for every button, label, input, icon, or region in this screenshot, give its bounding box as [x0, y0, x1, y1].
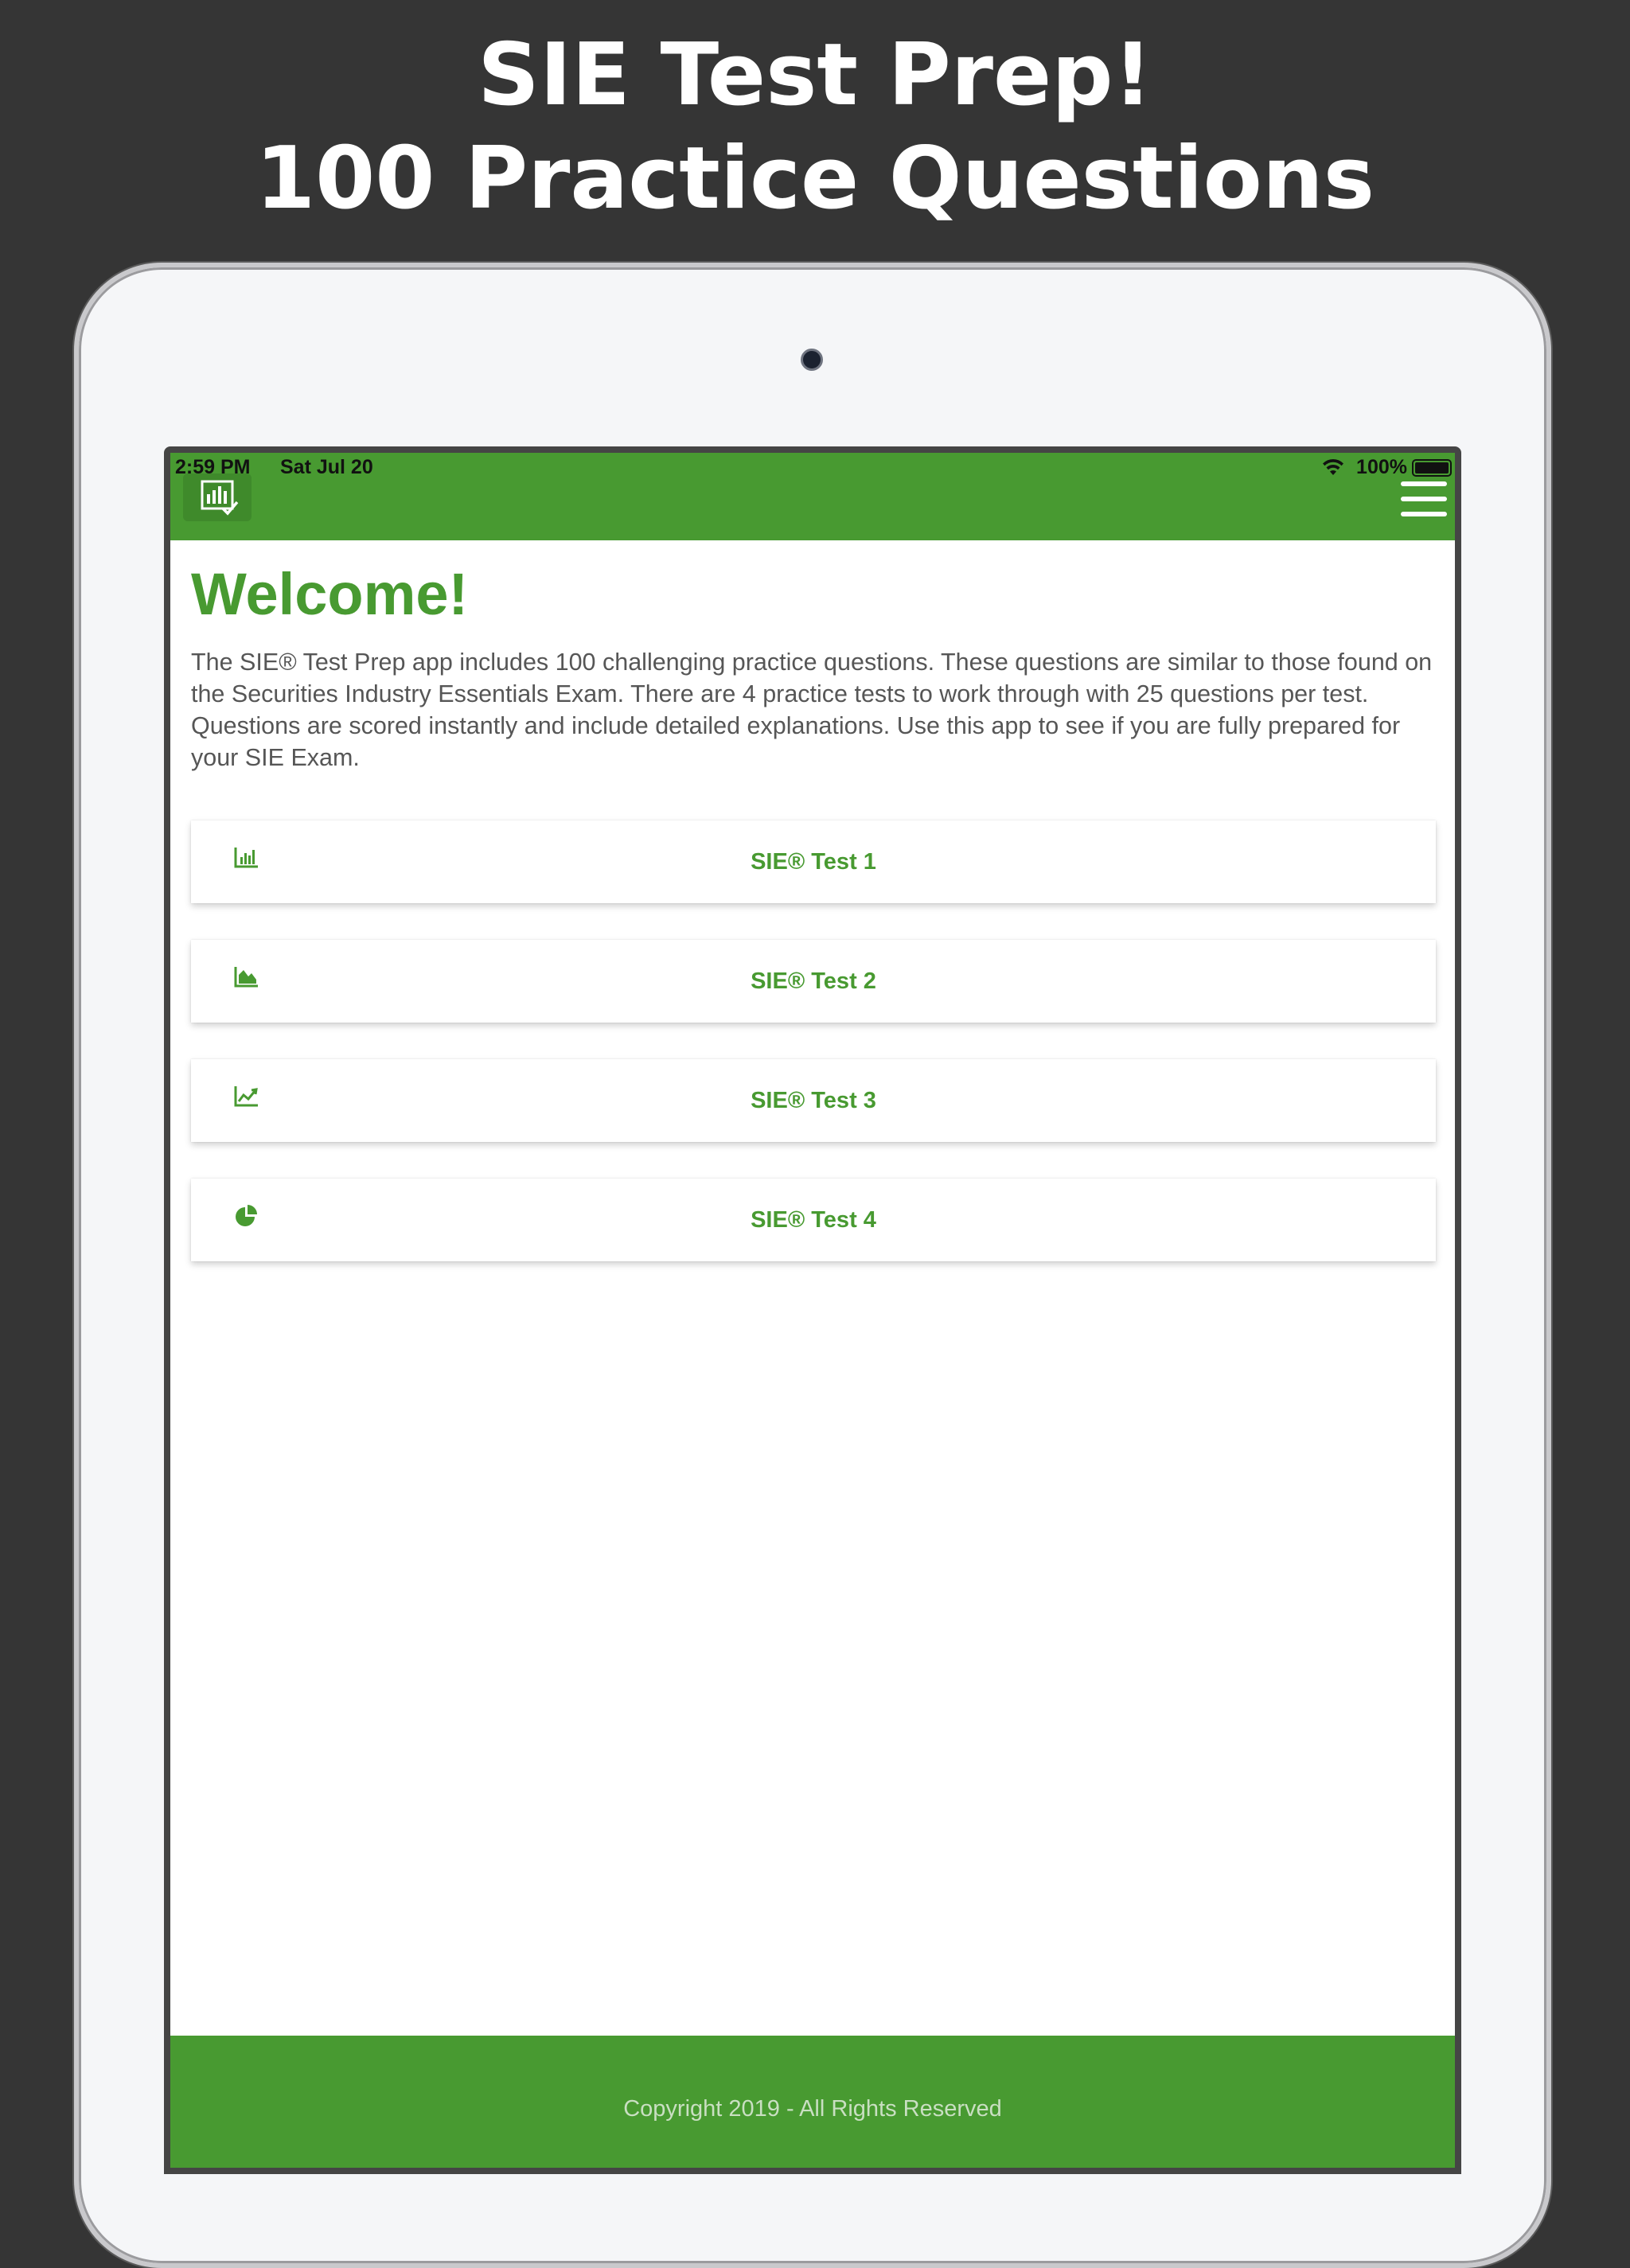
test-list: SIE® Test 1 SIE® Test 2 SIE® Test 3 SIE®… [191, 820, 1436, 1298]
test-1-label: SIE® Test 1 [751, 849, 876, 875]
app-footer: Copyright 2019 - All Rights Reserved [170, 2036, 1455, 2168]
app-header: 2:59 PM Sat Jul 20 100% [170, 453, 1455, 540]
tablet-screen: 2:59 PM Sat Jul 20 100% Welcome! The SIE… [164, 446, 1461, 2174]
test-3-label: SIE® Test 3 [751, 1088, 876, 1113]
test-4-label: SIE® Test 4 [751, 1207, 876, 1233]
test-1-button[interactable]: SIE® Test 1 [191, 820, 1436, 903]
promo-title-line1: SIE Test Prep! [478, 25, 1152, 125]
test-2-button[interactable]: SIE® Test 2 [191, 940, 1436, 1023]
page-title: Welcome! [191, 561, 469, 627]
battery-full-icon [1412, 459, 1452, 477]
test-2-label: SIE® Test 2 [751, 968, 876, 994]
bar-chart-check-logo-icon[interactable] [183, 473, 252, 521]
wifi-icon [1323, 458, 1343, 475]
app-viewport: 2:59 PM Sat Jul 20 100% Welcome! The SIE… [170, 453, 1455, 2168]
battery-percent: 100% [1356, 456, 1407, 478]
status-date: Sat Jul 20 [280, 456, 373, 478]
promo-title-line2: 100 Practice Questions [255, 129, 1375, 228]
camera-icon [801, 349, 823, 371]
copyright-text: Copyright 2019 - All Rights Reserved [623, 2096, 1002, 2122]
intro-paragraph: The SIE® Test Prep app includes 100 chal… [191, 649, 1433, 771]
test-4-button[interactable]: SIE® Test 4 [191, 1179, 1436, 1261]
test-3-button[interactable]: SIE® Test 3 [191, 1059, 1436, 1142]
hamburger-menu-icon[interactable] [1401, 481, 1447, 516]
